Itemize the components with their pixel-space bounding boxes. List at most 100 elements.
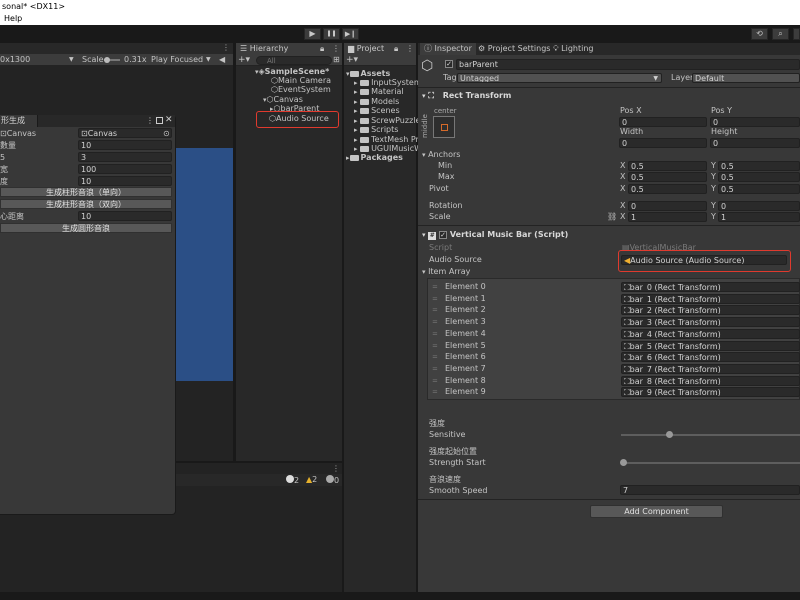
smooth-speed-field[interactable]: 7 (620, 485, 800, 495)
element-field[interactable]: ⛶bar_8 (Rect Transform) (621, 376, 800, 386)
play-button[interactable]: ▶ (304, 28, 321, 40)
menu-help[interactable]: Help (4, 14, 22, 23)
lock-icon[interactable]: 🔒︎ (394, 43, 398, 55)
pos-x-field[interactable]: 0 (619, 117, 707, 127)
drag-handle-icon[interactable]: = (432, 282, 438, 292)
music-bar-component-header[interactable]: ▾ # ✓ Vertical Music Bar (Script) (422, 229, 568, 241)
pivot-x-field[interactable]: 0.5 (628, 184, 707, 194)
rect-transform-header[interactable]: ▾ ⛶ Rect Transform (422, 90, 511, 102)
hierarchy-search[interactable]: All (256, 56, 332, 65)
sensitive-slider-knob[interactable] (666, 431, 673, 438)
item-array-foldout[interactable]: ▾ Item Array (422, 267, 470, 277)
more-icon[interactable]: ⋮ (332, 464, 340, 473)
history-icon[interactable]: ⟲ (751, 28, 768, 40)
pause-button[interactable]: ❚❚ (323, 28, 340, 40)
anchors-foldout[interactable]: ▾ Anchors (422, 150, 460, 160)
pos-y-field[interactable]: 0 (710, 117, 800, 127)
canvas-field[interactable]: ⊡Canvas (78, 128, 172, 138)
width-field[interactable]: 0 (619, 138, 707, 148)
drag-handle-icon[interactable]: = (432, 329, 438, 339)
step-button[interactable]: ▶❙ (342, 28, 359, 40)
hierarchy-tab[interactable]: ☰ Hierarchy 🔒︎ ⋮ (236, 43, 342, 55)
component-enabled-checkbox[interactable]: ✓ (439, 231, 448, 239)
active-checkbox[interactable]: ✓ (445, 60, 453, 68)
strength-slider-knob[interactable] (620, 459, 627, 466)
height-field[interactable]: 10 (78, 176, 172, 186)
mute-icon[interactable]: ◀ (219, 54, 225, 66)
element-field[interactable]: ⛶bar_6 (Rect Transform) (621, 352, 800, 362)
count-field[interactable]: 10 (78, 140, 172, 150)
filter-icon[interactable]: ⊞ (333, 55, 340, 64)
add-icon[interactable]: +▾ (238, 55, 250, 65)
drag-handle-icon[interactable]: = (432, 341, 438, 351)
drag-handle-icon[interactable]: = (432, 352, 438, 362)
project-tab[interactable]: ▆ Project 🔒︎ ⋮ (344, 43, 416, 55)
link-icon[interactable]: ⛓ (607, 212, 617, 222)
generator-window-tab[interactable]: 形生成 (0, 115, 38, 127)
drag-handle-icon[interactable]: = (432, 305, 438, 315)
height-field[interactable]: 0 (710, 138, 800, 148)
anchor-max-y-field[interactable]: 0.5 (718, 172, 800, 182)
sensitive-slider[interactable] (621, 434, 800, 436)
project-folder[interactable]: ▸ Scripts (354, 125, 398, 135)
account-icon[interactable] (793, 28, 800, 40)
element-field[interactable]: ⛶bar_3 (Rect Transform) (621, 317, 800, 327)
scale-slider-knob[interactable] (104, 57, 110, 63)
center-distance-field[interactable]: 10 (78, 211, 172, 221)
project-packages[interactable]: ▸ Packages (346, 153, 403, 163)
anchor-min-x-field[interactable]: 0.5 (628, 161, 707, 171)
element-field[interactable]: ⛶bar_7 (Rect Transform) (621, 364, 800, 374)
width-field[interactable]: 100 (78, 164, 172, 174)
more-icon[interactable]: ⋮ (146, 116, 154, 125)
hierarchy-item-event-system[interactable]: ⬡EventSystem (271, 85, 331, 94)
scale-y-field[interactable]: 1 (718, 212, 800, 222)
tag-dropdown[interactable]: Untagged ▼ (457, 73, 662, 83)
more-icon[interactable]: ⋮ (222, 43, 230, 52)
project-folder[interactable]: ▸ Scenes (354, 106, 400, 116)
maximize-icon[interactable] (156, 117, 163, 124)
drag-handle-icon[interactable]: = (432, 387, 438, 397)
element-field[interactable]: ⛶bar_0 (Rect Transform) (621, 282, 800, 292)
layer-dropdown[interactable]: Default (692, 73, 800, 83)
target-icon[interactable]: ⊙ (163, 128, 170, 139)
element-field[interactable]: ⛶bar_1 (Rect Transform) (621, 294, 800, 304)
project-folder[interactable]: ▸ Material (354, 87, 404, 97)
element-field[interactable]: ⛶bar_9 (Rect Transform) (621, 387, 800, 397)
generate-bar-double-button[interactable]: 生成柱形音浪（双向） (0, 199, 172, 209)
search-icon[interactable]: ⌕ (772, 28, 789, 40)
spacing-field[interactable]: 3 (78, 152, 172, 162)
more-icon[interactable]: ⋮ (406, 43, 414, 55)
element-field[interactable]: ⛶bar_2 (Rect Transform) (621, 305, 800, 315)
add-component-button[interactable]: Add Component (590, 505, 723, 518)
console-warning-count[interactable]: ▲2 (306, 475, 317, 484)
strength-slider[interactable] (621, 462, 800, 464)
generate-bar-single-button[interactable]: 生成柱形音浪（单向） (0, 187, 172, 197)
object-name-field[interactable]: barParent (456, 59, 800, 70)
drag-handle-icon[interactable]: = (432, 317, 438, 327)
lock-icon[interactable]: 🔒︎ (320, 43, 324, 55)
resolution-dropdown[interactable]: 0x1300 (0, 54, 30, 66)
element-field[interactable]: ⛶bar_4 (Rect Transform) (621, 329, 800, 339)
tab-inspector[interactable]: ⓘ Inspector (420, 43, 476, 55)
hierarchy-item-main-camera[interactable]: ⬡Main Camera (271, 76, 331, 85)
rotation-y-field[interactable]: 0 (718, 201, 800, 211)
anchor-preset-button[interactable] (433, 116, 455, 138)
play-focused-dropdown[interactable]: Play Focused (151, 54, 203, 66)
console-info-count[interactable]: 2 (286, 475, 299, 485)
console-error-count[interactable]: 0 (326, 475, 339, 485)
drag-handle-icon[interactable]: = (432, 294, 438, 304)
element-field[interactable]: ⛶bar_5 (Rect Transform) (621, 341, 800, 351)
audio-source-field[interactable]: ◀Audio Source (Audio Source) (621, 255, 787, 265)
anchor-min-y-field[interactable]: 0.5 (718, 161, 800, 171)
pivot-y-field[interactable]: 0.5 (718, 184, 800, 194)
hierarchy-item-audio-source[interactable]: ⬡Audio Source (269, 114, 329, 123)
drag-handle-icon[interactable]: = (432, 376, 438, 386)
generate-circle-button[interactable]: 生成圆形音浪 (0, 223, 172, 233)
tab-project-settings[interactable]: ⚙ Project Settings (474, 43, 554, 55)
close-icon[interactable]: ✕ (165, 115, 173, 125)
more-icon[interactable]: ⋮ (332, 43, 340, 55)
drag-handle-icon[interactable]: = (432, 364, 438, 374)
scale-x-field[interactable]: 1 (628, 212, 707, 222)
anchor-max-x-field[interactable]: 0.5 (628, 172, 707, 182)
rotation-x-field[interactable]: 0 (628, 201, 707, 211)
